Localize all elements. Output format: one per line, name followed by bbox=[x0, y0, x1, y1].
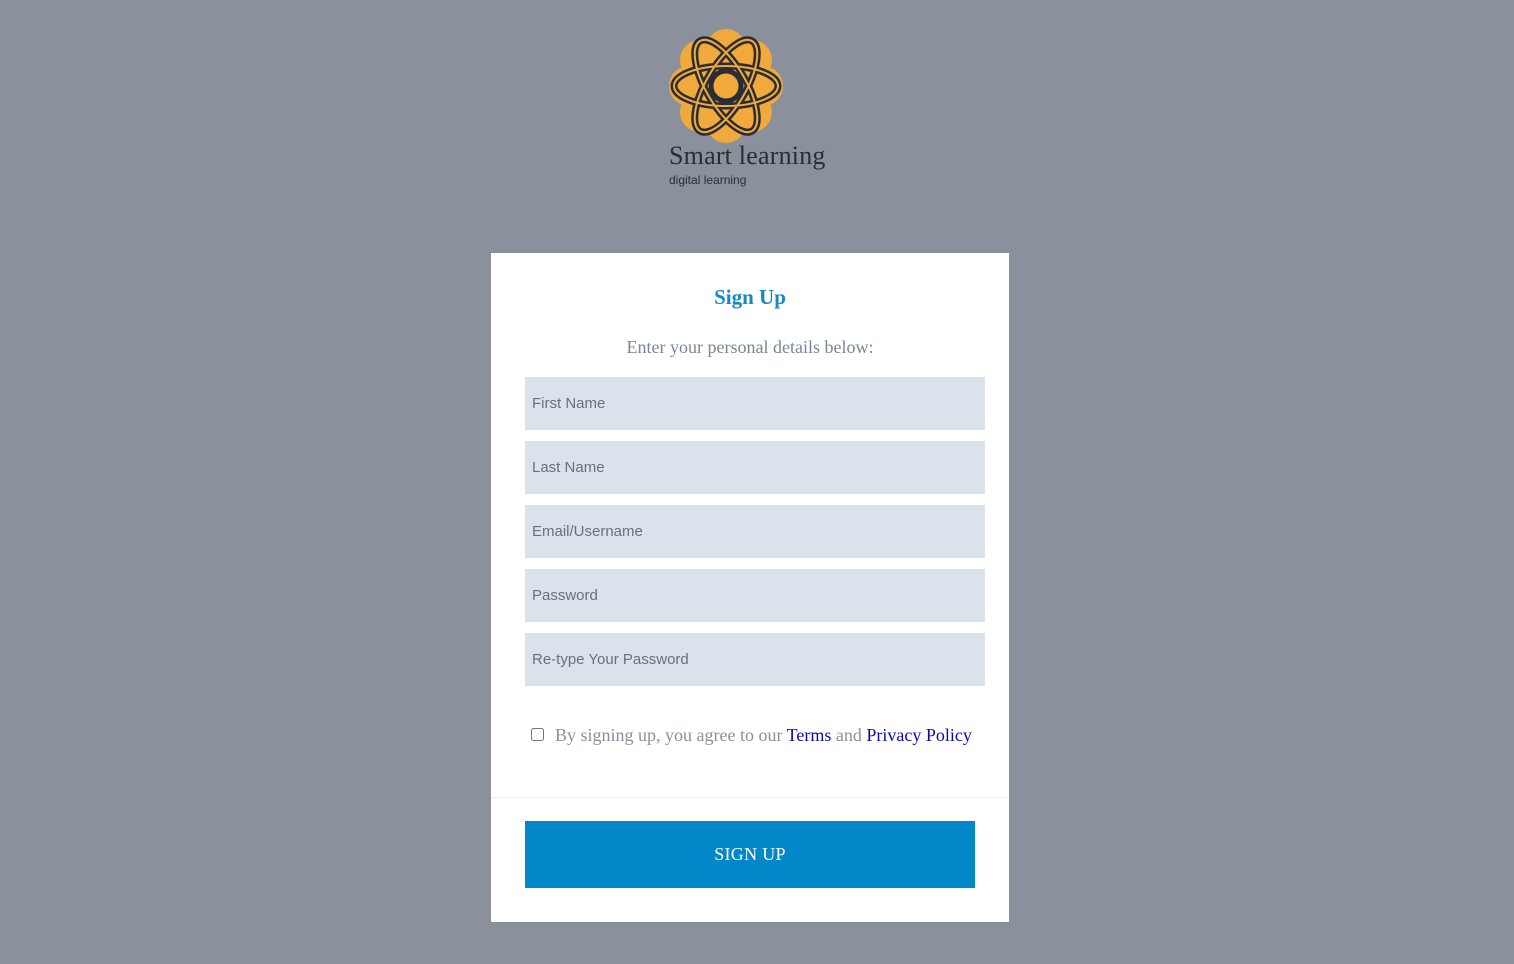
page-title: Sign Up bbox=[714, 285, 786, 309]
terms-conjunction: and bbox=[835, 725, 862, 745]
form-instructions: Enter your personal details below: bbox=[626, 337, 874, 357]
terms-agreement: By signing up, you agree to our Terms an… bbox=[531, 725, 1001, 751]
logo-title: Smart learning bbox=[669, 141, 826, 170]
first-name-input[interactable] bbox=[525, 377, 985, 430]
atom-logo-icon bbox=[669, 29, 783, 143]
last-name-input[interactable] bbox=[525, 441, 985, 494]
retype-password-input[interactable] bbox=[525, 633, 985, 686]
sign-up-button[interactable]: SIGN UP bbox=[525, 821, 975, 888]
password-input[interactable] bbox=[525, 569, 985, 622]
email-username-input[interactable] bbox=[525, 505, 985, 558]
logo-subtitle: digital learning bbox=[669, 173, 747, 187]
terms-text: By signing up, you agree to our Terms an… bbox=[555, 725, 972, 746]
terms-prefix: By signing up, you agree to our bbox=[555, 725, 783, 745]
signup-card: Sign Up Enter your personal details belo… bbox=[491, 253, 1009, 922]
terms-link[interactable]: Terms bbox=[787, 725, 832, 745]
brand-logo: Smart learning digital learning bbox=[664, 24, 839, 192]
form-divider bbox=[491, 797, 1009, 798]
privacy-policy-link[interactable]: Privacy Policy bbox=[866, 725, 972, 745]
terms-checkbox[interactable] bbox=[531, 728, 544, 741]
